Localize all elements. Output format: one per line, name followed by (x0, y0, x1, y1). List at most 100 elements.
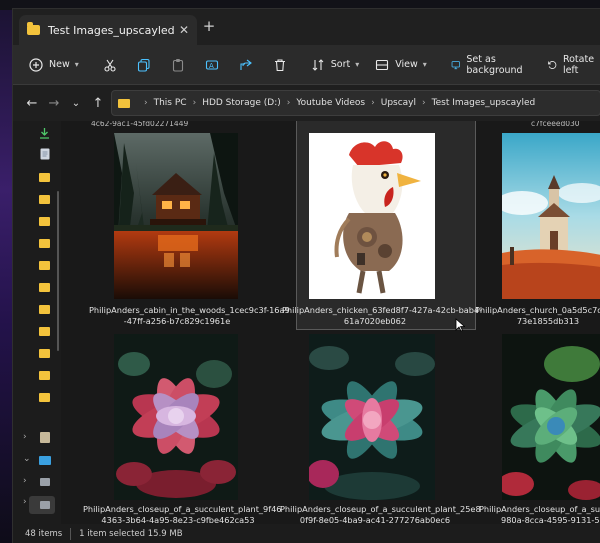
folder-icon[interactable] (39, 173, 50, 182)
thumbnail-succulent-2[interactable] (309, 334, 435, 500)
file-name-continued: 73e1855db313 (516, 316, 580, 326)
share-icon (240, 59, 252, 70)
nav-scrollbar[interactable] (57, 191, 59, 351)
trash-icon (274, 58, 285, 71)
chevron-right-icon: › (192, 98, 197, 108)
file-name: PhilipAnders_closeup_of_a_succulent (479, 504, 600, 514)
new-tab-button[interactable]: + (199, 17, 219, 35)
chevron-down-icon: ▾ (355, 60, 360, 69)
sort-label: Sort (330, 59, 351, 70)
folder-icon[interactable] (39, 371, 50, 380)
sort-button[interactable]: Sort ▾ (305, 51, 366, 79)
file-caption-church[interactable]: PhilipAnders_church_0a5d5c7d-a8bb 73e185… (475, 305, 600, 327)
breadcrumb-youtube-videos[interactable]: Youtube Videos (296, 98, 365, 108)
rotate-left-button[interactable]: Rotate left (541, 51, 600, 79)
folder-icon[interactable] (39, 327, 50, 336)
thumbnail-cabin[interactable] (114, 133, 238, 299)
folder-icon[interactable] (39, 239, 50, 248)
back-arrow-icon[interactable]: ← (21, 96, 43, 111)
rename-icon: A (205, 59, 218, 70)
folder-icon[interactable] (39, 393, 50, 402)
view-icon (376, 59, 389, 70)
set-as-background-button[interactable]: Set as background (445, 51, 533, 79)
folder-icon[interactable] (39, 349, 50, 358)
this-pc-icon[interactable] (39, 456, 51, 465)
paste-button[interactable] (165, 51, 191, 79)
address-row: ← → ⌄ ↑ › This PC › HDD Storage (D:) › Y… (13, 85, 600, 121)
rotate-left-icon (548, 60, 557, 69)
scissors-icon (104, 59, 116, 72)
view-label: View (395, 59, 418, 70)
gallery-icon[interactable] (40, 432, 50, 443)
forward-arrow-icon[interactable]: → (43, 96, 65, 111)
cabin-image (114, 133, 238, 299)
item-count: 48 items (25, 529, 63, 539)
thumbnail-church[interactable] (502, 133, 600, 299)
expand-chevron-icon[interactable]: › (23, 476, 27, 486)
succulent-image (502, 334, 600, 500)
chevron-down-icon: ▾ (422, 60, 427, 69)
file-name: PhilipAnders_church_0a5d5c7d-a8bb (475, 305, 600, 315)
up-arrow-icon[interactable]: ↑ (87, 96, 109, 111)
view-button[interactable]: View ▾ (369, 51, 433, 79)
file-name: PhilipAnders_chicken_63fed8f7-427a-42cb-… (282, 305, 483, 315)
chicken-image (309, 133, 435, 299)
tab-bar: Test Images_upscayled ✕ + (13, 9, 600, 45)
breadcrumb-hdd-storage[interactable]: HDD Storage (D:) (202, 98, 281, 108)
thumbnail-succulent-1[interactable] (114, 334, 238, 500)
breadcrumb-upscayl[interactable]: Upscayl (381, 98, 416, 108)
close-tab-icon[interactable]: ✕ (179, 23, 189, 37)
file-caption-succulent-3[interactable]: PhilipAnders_closeup_of_a_succulent 980a… (479, 504, 600, 524)
chevron-right-icon: › (286, 98, 291, 108)
recent-locations-chevron-icon[interactable]: ⌄ (65, 98, 87, 109)
file-caption-succulent-1[interactable]: PhilipAnders_closeup_of_a_succulent_plan… (83, 504, 282, 524)
file-name-partial: 4c62-9ac1-45fd02271449 (91, 121, 189, 128)
share-button[interactable] (233, 51, 259, 79)
file-name: PhilipAnders_closeup_of_a_succulent_plan… (83, 504, 282, 514)
chevron-right-icon: › (371, 98, 375, 108)
delete-button[interactable] (267, 51, 293, 79)
collapse-chevron-icon[interactable]: ⌄ (23, 454, 31, 464)
selected-nav-item[interactable]: › (23, 496, 55, 514)
folder-icon (118, 98, 130, 108)
file-name-continued: 0f9f-8e05-4ba9-ac41-277276ab0ec6 (299, 515, 451, 524)
file-caption-cabin[interactable]: PhilipAnders_cabin_in_the_woods_1cec9c3f… (89, 305, 290, 327)
file-name: PhilipAnders_cabin_in_the_woods_1cec9c3f… (89, 305, 290, 315)
chevron-right-icon: › (422, 98, 426, 108)
thumbnail-succulent-3[interactable] (502, 334, 600, 500)
folder-icon[interactable] (39, 195, 50, 204)
thumbnail-chicken[interactable] (309, 133, 435, 299)
file-caption-succulent-2[interactable]: PhilipAnders_closeup_of_a_succulent_plan… (280, 504, 481, 524)
new-label: New (49, 59, 70, 70)
folder-icon[interactable] (39, 217, 50, 226)
downloads-icon[interactable] (39, 127, 50, 139)
plus-circle-icon (29, 57, 43, 72)
tab-test-images[interactable]: Test Images_upscayled ✕ (19, 15, 197, 45)
folder-icon[interactable] (39, 305, 50, 314)
expand-chevron-icon: › (23, 497, 27, 507)
sort-icon (312, 58, 324, 71)
file-caption-chicken[interactable]: PhilipAnders_chicken_63fed8f7-427a-42cb-… (282, 305, 483, 327)
documents-icon[interactable] (40, 148, 50, 160)
copy-button[interactable] (131, 51, 157, 79)
selection-info: 1 item selected 15.9 MB (79, 529, 183, 539)
set-as-background-label: Set as background (466, 53, 523, 76)
new-button[interactable]: New ▾ (23, 51, 85, 79)
breadcrumb-this-pc[interactable]: This PC (154, 98, 187, 108)
expand-chevron-icon[interactable]: › (23, 432, 27, 442)
address-bar[interactable]: › This PC › HDD Storage (D:) › Youtube V… (111, 90, 600, 116)
rename-button[interactable]: A (199, 51, 225, 79)
file-name-partial: c7fceeed030 (531, 121, 580, 128)
copy-icon (137, 58, 150, 72)
mouse-cursor-icon (455, 318, 465, 332)
succulent-image (114, 334, 238, 500)
folder-icon[interactable] (39, 261, 50, 270)
command-bar: New ▾ A Sort ▾ View ▾ Set as background … (13, 45, 600, 85)
drive-icon[interactable] (40, 478, 50, 486)
folder-icon[interactable] (39, 283, 50, 292)
file-name-continued: 61a7020eb062 (343, 316, 407, 326)
navigation-pane: › ⌄ › › (13, 121, 61, 524)
cut-button[interactable] (97, 51, 123, 79)
breadcrumb-test-images[interactable]: Test Images_upscayled (432, 98, 536, 108)
church-image (502, 133, 600, 299)
